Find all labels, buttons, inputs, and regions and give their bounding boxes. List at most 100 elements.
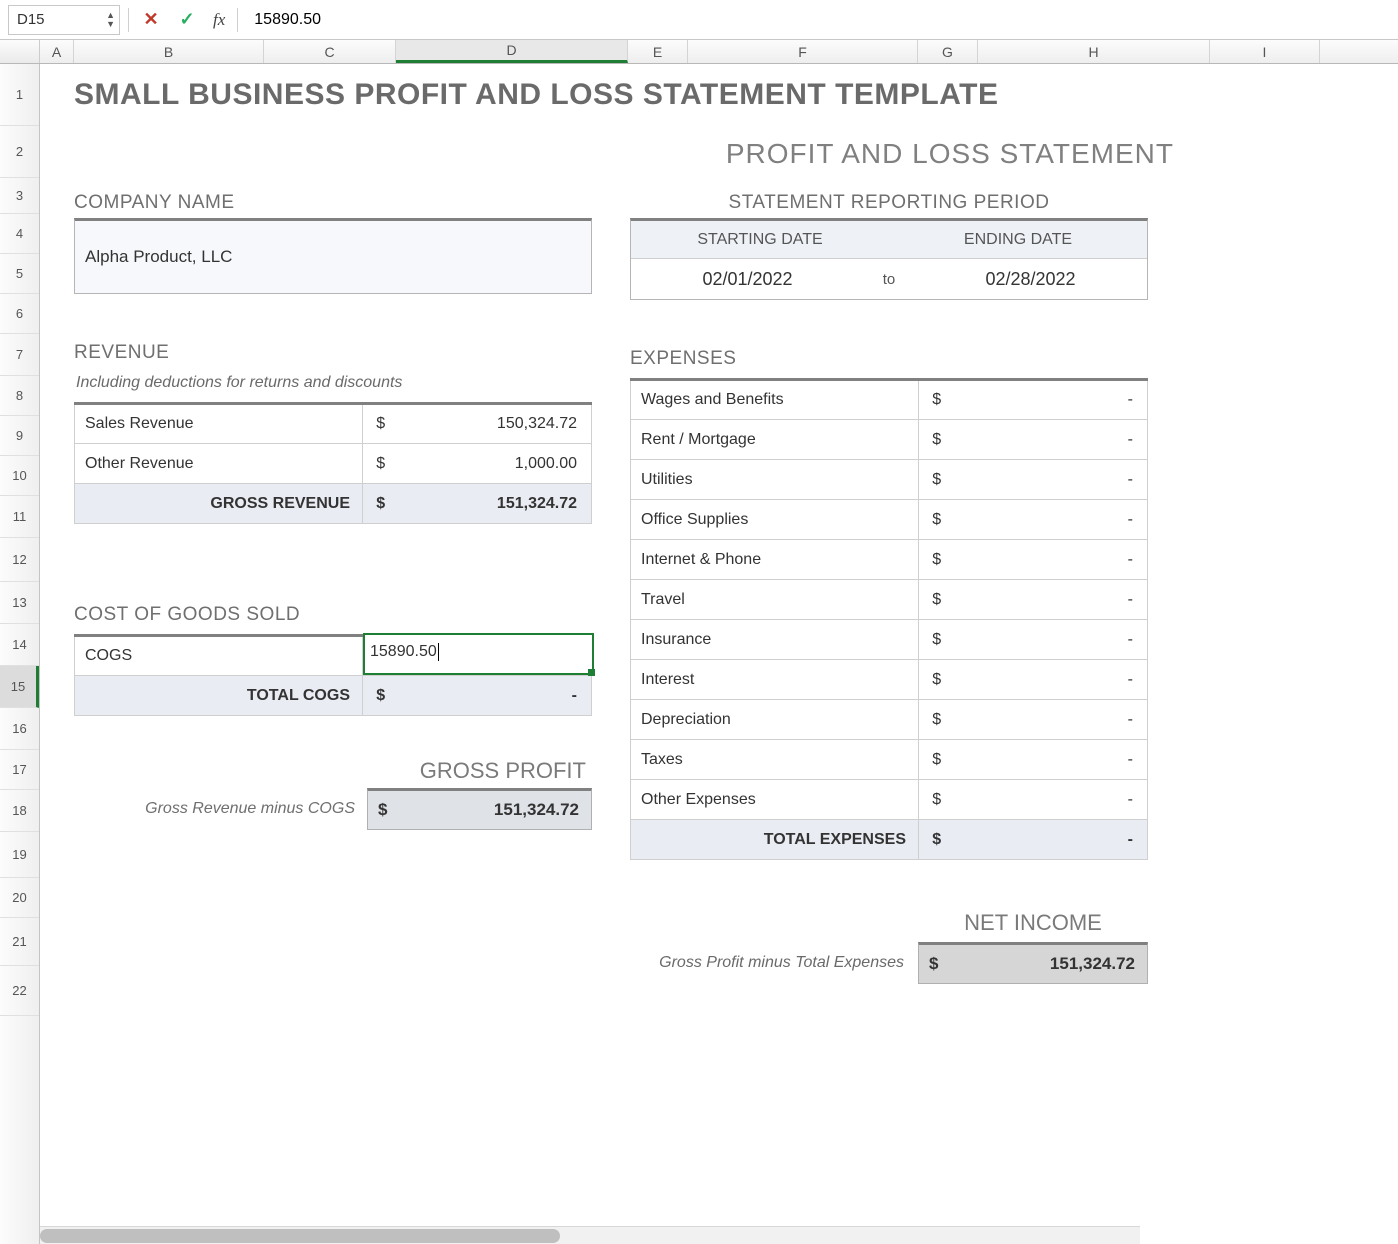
row-header-3[interactable]: 3 [0, 178, 39, 214]
total-cogs-amount: - [399, 676, 592, 716]
row-header-7[interactable]: 7 [0, 334, 39, 376]
expense-row-label[interactable]: Office Supplies [631, 500, 919, 540]
row-header-20[interactable]: 20 [0, 878, 39, 918]
row-header-22[interactable]: 22 [0, 966, 39, 1016]
horizontal-scrollbar[interactable] [40, 1226, 1140, 1244]
expense-row: Rent / Mortgage$- [631, 420, 1148, 460]
expense-row-label[interactable]: Utilities [631, 460, 919, 500]
currency-symbol: $ [919, 740, 955, 780]
column-header-E[interactable]: E [628, 40, 688, 63]
expense-row-amount[interactable]: - [955, 500, 1148, 540]
column-header-D[interactable]: D [396, 40, 628, 63]
cancel-icon: ✕ [143, 9, 158, 30]
row-header-10[interactable]: 10 [0, 456, 39, 496]
expense-row-label[interactable]: Interest [631, 660, 919, 700]
currency-symbol: $ [919, 620, 955, 660]
total-cogs-row: TOTAL COGS $ - [75, 676, 592, 716]
expense-row-amount[interactable]: - [955, 460, 1148, 500]
expense-row-amount[interactable]: - [955, 740, 1148, 780]
expense-row: Depreciation$- [631, 700, 1148, 740]
expense-row-label[interactable]: Other Expenses [631, 780, 919, 820]
row-header-12[interactable]: 12 [0, 538, 39, 582]
revenue-row-amount[interactable]: 1,000.00 [399, 444, 592, 484]
gross-profit-cell: $ 151,324.72 [367, 788, 592, 830]
expense-row-amount[interactable]: - [955, 660, 1148, 700]
gross-profit-amount: 151,324.72 [387, 800, 579, 820]
expense-row-label[interactable]: Wages and Benefits [631, 380, 919, 420]
spreadsheet: ABCDEFGHI 123456789101112131415161718192… [0, 40, 1398, 1244]
starting-date-cell[interactable]: 02/01/2022 [631, 269, 864, 290]
currency-symbol: $ [363, 404, 399, 444]
expense-row-label[interactable]: Depreciation [631, 700, 919, 740]
revenue-note: Including deductions for returns and dis… [74, 368, 592, 402]
column-header-C[interactable]: C [264, 40, 396, 63]
row-header-6[interactable]: 6 [0, 294, 39, 334]
expenses-table: Wages and Benefits$-Rent / Mortgage$-Uti… [630, 378, 1148, 860]
row-header-13[interactable]: 13 [0, 582, 39, 624]
expense-row-label[interactable]: Travel [631, 580, 919, 620]
net-income-note: Gross Profit minus Total Expenses [659, 954, 904, 972]
row-header-18[interactable]: 18 [0, 790, 39, 832]
row-header-15[interactable]: 15 [0, 666, 39, 708]
fx-label[interactable]: fx [209, 10, 229, 30]
gross-revenue-label: GROSS REVENUE [75, 484, 363, 524]
row-header-21[interactable]: 21 [0, 918, 39, 966]
row-header-1[interactable]: 1 [0, 64, 39, 126]
active-cell-editing-text[interactable]: 15890.50 [370, 643, 439, 661]
divider [128, 8, 129, 32]
row-header-19[interactable]: 19 [0, 832, 39, 878]
expense-row-amount[interactable]: - [955, 700, 1148, 740]
name-box[interactable]: D15 ▲ ▼ [8, 5, 120, 35]
column-header-H[interactable]: H [978, 40, 1210, 63]
net-income-amount: 151,324.72 [938, 954, 1135, 974]
column-header-F[interactable]: F [688, 40, 918, 63]
company-name-cell[interactable]: Alpha Product, LLC [75, 221, 591, 293]
currency-symbol: $ [919, 460, 955, 500]
expense-row-label[interactable]: Insurance [631, 620, 919, 660]
expense-row-amount[interactable]: - [955, 780, 1148, 820]
row-header-2[interactable]: 2 [0, 126, 39, 178]
expense-row-amount[interactable]: - [955, 420, 1148, 460]
expense-row-amount[interactable]: - [955, 620, 1148, 660]
row-header-5[interactable]: 5 [0, 254, 39, 294]
expense-row-label[interactable]: Rent / Mortgage [631, 420, 919, 460]
expense-row-amount[interactable]: - [955, 540, 1148, 580]
column-header-B[interactable]: B [74, 40, 264, 63]
cogs-label: COST OF GOODS SOLD [74, 604, 592, 630]
currency-symbol: $ [919, 380, 955, 420]
accept-edit-button[interactable]: ✓ [173, 6, 201, 34]
revenue-row-label[interactable]: Sales Revenue [75, 404, 363, 444]
column-header-A[interactable]: A [40, 40, 74, 63]
formula-input[interactable] [246, 11, 1390, 29]
starting-date-label: STARTING DATE [631, 231, 889, 249]
revenue-row-label[interactable]: Other Revenue [75, 444, 363, 484]
currency-symbol: $ [363, 444, 399, 484]
column-header-G[interactable]: G [918, 40, 978, 63]
gross-profit-note: Gross Revenue minus COGS [74, 800, 355, 818]
cancel-edit-button[interactable]: ✕ [137, 6, 165, 34]
name-box-stepper[interactable]: ▲ ▼ [106, 11, 115, 28]
row-header-16[interactable]: 16 [0, 708, 39, 750]
row-header-17[interactable]: 17 [0, 750, 39, 790]
ending-date-cell[interactable]: 02/28/2022 [914, 269, 1147, 290]
stepper-down-icon[interactable]: ▼ [106, 20, 115, 28]
column-header-I[interactable]: I [1210, 40, 1320, 63]
row-header-9[interactable]: 9 [0, 416, 39, 456]
cells-area[interactable]: SMALL BUSINESS PROFIT AND LOSS STATEMENT… [40, 64, 1398, 1244]
stepper-up-icon[interactable]: ▲ [106, 11, 115, 19]
expense-row: Interest$- [631, 660, 1148, 700]
expense-row-amount[interactable]: - [955, 580, 1148, 620]
revenue-row-amount[interactable]: 150,324.72 [399, 404, 592, 444]
expense-row-amount[interactable]: - [955, 380, 1148, 420]
select-all-corner[interactable] [0, 40, 40, 63]
cogs-row-label[interactable]: COGS [75, 636, 363, 676]
row-header-14[interactable]: 14 [0, 624, 39, 666]
expense-row-label[interactable]: Taxes [631, 740, 919, 780]
row-header-4[interactable]: 4 [0, 214, 39, 254]
currency-symbol: $ [919, 820, 955, 860]
divider [237, 8, 238, 32]
row-header-8[interactable]: 8 [0, 376, 39, 416]
scrollbar-thumb[interactable] [40, 1229, 560, 1243]
row-header-11[interactable]: 11 [0, 496, 39, 538]
expense-row-label[interactable]: Internet & Phone [631, 540, 919, 580]
